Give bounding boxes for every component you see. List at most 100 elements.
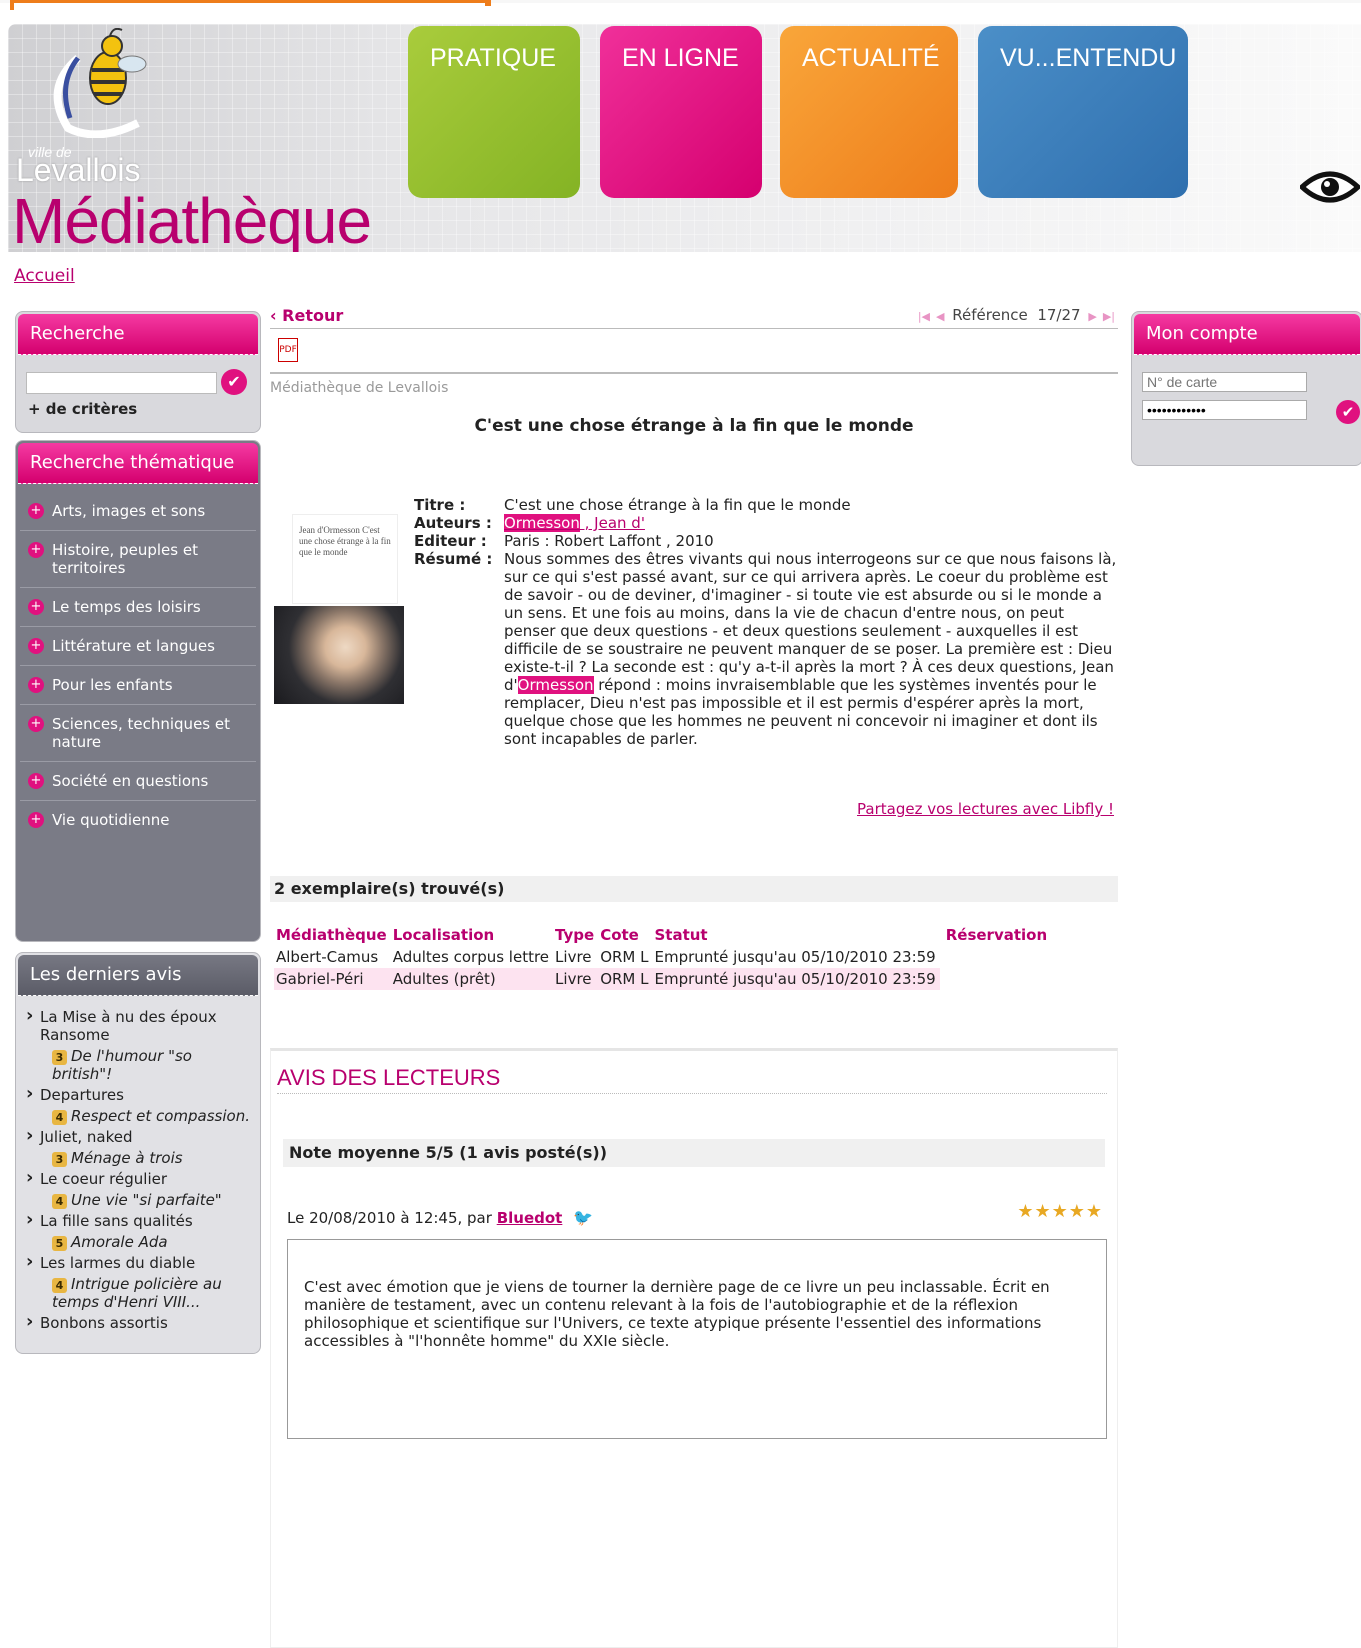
site-header: ville de Levallois Médiathèque PRATIQUE … bbox=[8, 24, 1361, 252]
search-highlight: Ormesson bbox=[517, 676, 594, 694]
password-field[interactable] bbox=[1142, 400, 1307, 420]
theme-item-societe[interactable]: + Société en questions bbox=[20, 762, 256, 801]
author-link[interactable]: Ormesson , Jean d' bbox=[504, 514, 645, 532]
copies-table: Médiathèque Localisation Type Cote Statu… bbox=[274, 924, 1052, 990]
check-icon: ✔ bbox=[1341, 403, 1355, 421]
more-criteria-link[interactable]: + de critères bbox=[28, 400, 137, 418]
account-title: Mon compte bbox=[1134, 314, 1360, 355]
meta-publisher-row: Editeur : Paris : Robert Laffont , 2010 bbox=[414, 532, 1118, 550]
review-book-link[interactable]: Les larmes du diable bbox=[26, 1253, 250, 1272]
theme-item-sciences[interactable]: + Sciences, techniques et nature bbox=[20, 705, 256, 762]
review-text: C'est avec émotion que je viens de tourn… bbox=[287, 1239, 1107, 1439]
bird-icon: 🐦 bbox=[573, 1208, 594, 1227]
theme-item-litterature[interactable]: + Littérature et langues bbox=[20, 627, 256, 666]
review-book-link[interactable]: Departures bbox=[26, 1085, 250, 1104]
search-panel-title: Recherche bbox=[18, 314, 258, 355]
login-button[interactable]: ✔ bbox=[1336, 400, 1360, 424]
column-header: Réservation bbox=[945, 926, 1048, 944]
table-cell bbox=[939, 968, 1052, 990]
card-number-field[interactable] bbox=[1142, 372, 1307, 392]
table-cell: Emprunté jusqu'au 05/10/2010 23:59 bbox=[652, 968, 940, 990]
column-header: Statut bbox=[654, 926, 708, 944]
review-comment-text: Une vie "si parfaite" bbox=[71, 1191, 222, 1209]
latest-reviews-list: La Mise à nu des époux Ransome 3De l'hum… bbox=[16, 998, 260, 1332]
table-cell: Livre bbox=[553, 968, 599, 990]
table-row: Gabriel-Péri Adultes (prêt) Livre ORM L … bbox=[274, 968, 1052, 990]
table-cell: Emprunté jusqu'au 05/10/2010 23:59 bbox=[654, 948, 936, 966]
search-submit-button[interactable]: ✔ bbox=[221, 369, 247, 395]
theme-item-label: Littérature et langues bbox=[52, 637, 215, 655]
bee-logo-icon bbox=[53, 28, 147, 138]
tab-pratique[interactable]: PRATIQUE bbox=[408, 26, 580, 198]
review-meta: Le 20/08/2010 à 12:45, par Bluedot 🐦 bbox=[287, 1208, 593, 1227]
reference-value: 17/27 bbox=[1037, 306, 1081, 324]
search-highlight: Ormesson bbox=[504, 514, 580, 532]
libfly-share-link[interactable]: Partagez vos lectures avec Libfly ! bbox=[857, 800, 1114, 818]
back-link-label: Retour bbox=[282, 306, 344, 325]
theme-item-label: Société en questions bbox=[52, 772, 209, 790]
table-cell: Albert-Camus bbox=[276, 948, 379, 966]
search-panel: Recherche ✔ + de critères bbox=[15, 311, 261, 433]
theme-item-loisirs[interactable]: + Le temps des loisirs bbox=[20, 588, 256, 627]
review-comment: 4 Intrigue policière au temps d'Henri VII… bbox=[26, 1275, 250, 1311]
divider bbox=[270, 372, 1118, 374]
review-comment-text: De l'humour "so british"! bbox=[52, 1047, 192, 1083]
tab-en-ligne[interactable]: EN LIGNE bbox=[600, 26, 762, 198]
review-book-link[interactable]: Le coeur régulier bbox=[26, 1169, 250, 1188]
next-record-icon[interactable]: ▶ bbox=[1088, 310, 1096, 323]
review-book-link[interactable]: La Mise à nu des époux Ransome bbox=[26, 1007, 250, 1044]
theme-item-arts[interactable]: + Arts, images et sons bbox=[20, 492, 256, 531]
latest-reviews-panel: Les derniers avis La Mise à nu des époux… bbox=[15, 952, 261, 1354]
tab-actualite[interactable]: ACTUALITÉ bbox=[780, 26, 958, 198]
theme-item-histoire[interactable]: + Histoire, peuples et territoires bbox=[20, 531, 256, 588]
search-input[interactable] bbox=[26, 372, 217, 394]
review-comment-text: Respect et compassion. bbox=[71, 1107, 250, 1125]
pdf-icon[interactable]: PDF bbox=[278, 338, 298, 362]
meta-label: Résumé : bbox=[414, 550, 493, 568]
theme-search-title: Recherche thématique bbox=[18, 443, 258, 484]
plus-icon: + bbox=[28, 503, 44, 519]
table-cell: Gabriel-Péri bbox=[274, 968, 391, 990]
last-record-icon[interactable]: ▶| bbox=[1103, 310, 1115, 323]
meta-label: Auteurs : bbox=[414, 514, 492, 532]
review-stars: ★★★★★ bbox=[1017, 1201, 1103, 1222]
divider bbox=[277, 1093, 1107, 1094]
theme-item-label: Le temps des loisirs bbox=[52, 598, 201, 616]
tab-vu-entendu[interactable]: VU...ENTENDU bbox=[978, 26, 1188, 198]
review-comment-text: Ménage à trois bbox=[71, 1149, 183, 1167]
theme-item-enfants[interactable]: + Pour les enfants bbox=[20, 666, 256, 705]
plus-icon: + bbox=[28, 773, 44, 789]
previous-record-icon[interactable]: ◀ bbox=[936, 310, 944, 323]
table-cell: ORM L bbox=[600, 948, 649, 966]
table-cell: Adultes (prêt) bbox=[390, 968, 554, 990]
review-book-link[interactable]: Juliet, naked bbox=[26, 1127, 250, 1146]
reader-reviews-title: AVIS DES LECTEURS bbox=[277, 1065, 501, 1090]
review-book-link[interactable]: Bonbons assortis bbox=[26, 1313, 250, 1332]
review-book-link[interactable]: La fille sans qualités bbox=[26, 1211, 250, 1230]
theme-item-label: Sciences, techniques et nature bbox=[52, 715, 230, 751]
breadcrumb-home-link[interactable]: Accueil bbox=[14, 266, 75, 286]
table-header-row: Médiathèque Localisation Type Cote Statu… bbox=[274, 924, 1051, 946]
divider bbox=[270, 328, 1118, 329]
plus-icon: + bbox=[28, 812, 44, 828]
eye-icon[interactable] bbox=[1300, 169, 1360, 205]
review-comment: 4 Une vie "si parfaite" bbox=[26, 1191, 250, 1209]
top-accent-line bbox=[0, 0, 1361, 10]
rating-badge: 3 bbox=[52, 1050, 67, 1065]
first-record-icon[interactable]: |◀ bbox=[918, 310, 930, 323]
table-cell: ORM L bbox=[598, 968, 653, 990]
column-header: Type bbox=[555, 926, 595, 944]
rating-badge: 3 bbox=[52, 1152, 67, 1167]
table-cell: Livre bbox=[555, 948, 592, 966]
plus-icon: + bbox=[28, 677, 44, 693]
breadcrumb: Accueil bbox=[14, 266, 75, 286]
theme-item-vie-quotidienne[interactable]: + Vie quotidienne bbox=[20, 801, 256, 839]
plus-icon: + bbox=[28, 599, 44, 615]
back-link[interactable]: ‹ Retour bbox=[270, 306, 343, 325]
theme-list: + Arts, images et sons + Histoire, peuples… bbox=[20, 492, 256, 839]
meta-title-value: C'est une chose étrange à la fin que le … bbox=[504, 496, 851, 514]
record-pager: |◀ ◀ Référence 17/27 ▶ ▶| bbox=[915, 306, 1118, 324]
review-author-link[interactable]: Bluedot bbox=[497, 1209, 563, 1227]
meta-publisher-value: Paris : Robert Laffont , 2010 bbox=[504, 532, 714, 550]
review-comment: 3 Ménage à trois bbox=[26, 1149, 250, 1167]
